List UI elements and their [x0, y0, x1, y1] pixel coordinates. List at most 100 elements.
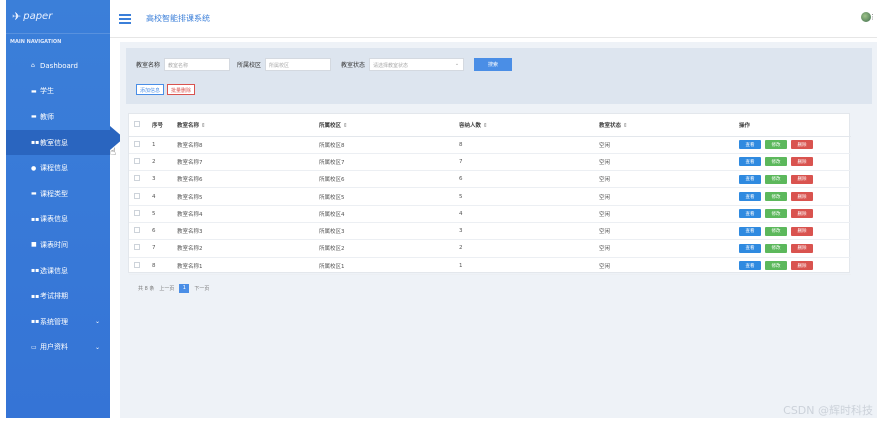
- edit-button[interactable]: 修改: [765, 226, 787, 236]
- sidebar-item[interactable]: ● 课程信息: [6, 155, 110, 181]
- delete-button[interactable]: 删除: [791, 243, 813, 253]
- sidebar-item-label: 教室信息: [40, 138, 68, 147]
- campus-input[interactable]: 所属校区: [265, 58, 332, 71]
- pagination: 共 8 条 上一页 1 下一页: [138, 284, 214, 293]
- prev-page-button[interactable]: 上一页: [159, 285, 174, 292]
- cell-status: 空闲: [594, 187, 734, 206]
- edit-button[interactable]: 修改: [765, 157, 787, 167]
- more-icon[interactable]: ⋮: [869, 13, 876, 21]
- view-button[interactable]: 查看: [739, 226, 761, 236]
- header-campus[interactable]: 所属校区 ⇕: [314, 114, 454, 137]
- view-button[interactable]: 查看: [739, 209, 761, 219]
- table-row: 8 教室名称1 所属校区1 1 空闲 查看 修改 删除: [129, 257, 851, 275]
- sidebar-item[interactable]: ▪▪ 考试排期: [6, 283, 110, 309]
- nav-header: MAIN NAVIGATION: [10, 39, 62, 45]
- watermark: CSDN @辉时科技: [783, 404, 873, 417]
- row-checkbox[interactable]: [134, 209, 140, 216]
- table-row: 4 教室名称5 所属校区5 5 空闲 查看 修改 删除: [129, 187, 851, 206]
- row-checkbox[interactable]: [134, 261, 140, 268]
- edit-button[interactable]: 修改: [765, 209, 787, 219]
- sidebar-item-label: 课表信息: [40, 215, 68, 224]
- cell-name: 教室名称2: [172, 239, 314, 258]
- view-button[interactable]: 查看: [739, 140, 761, 150]
- view-button[interactable]: 查看: [739, 192, 761, 202]
- sort-icon: ⇕: [343, 122, 348, 129]
- header-capacity[interactable]: 容纳人数 ⇕: [454, 114, 594, 137]
- row-checkbox[interactable]: [134, 244, 140, 251]
- row-checkbox[interactable]: [134, 140, 140, 147]
- room-name-input[interactable]: 教室名称: [164, 58, 231, 71]
- sidebar-item[interactable]: ▬ 课程类型: [6, 181, 110, 207]
- cell-no: 3: [147, 170, 172, 189]
- header-name[interactable]: 教室名称 ⇕: [172, 114, 314, 137]
- sidebar-item[interactable]: ⌂ Dashboard: [6, 53, 110, 79]
- sidebar-item[interactable]: ▪▪ 选课信息: [6, 258, 110, 284]
- delete-button[interactable]: 删除: [791, 226, 813, 236]
- header-status[interactable]: 教室状态 ⇕: [594, 114, 734, 137]
- sidebar-item[interactable]: ▪▪ 课表信息: [6, 207, 110, 233]
- sidebar-item[interactable]: ▬ 教师: [6, 104, 110, 130]
- sidebar-item-label: 用户资料: [40, 343, 68, 352]
- sidebar-item-label: 课程信息: [40, 164, 68, 173]
- status-select[interactable]: 请选择教室状态 ⌄: [369, 58, 465, 71]
- edit-button[interactable]: 修改: [765, 261, 787, 271]
- sidebar-item[interactable]: ■ 课表时间: [6, 232, 110, 258]
- chevron-down-icon: ⌄: [94, 343, 100, 351]
- table-row: 7 教室名称2 所属校区2 2 空闲 查看 修改 删除: [129, 239, 851, 258]
- cell-campus: 所属校区1: [314, 257, 454, 275]
- search-button[interactable]: 搜索: [474, 58, 513, 71]
- main-content: 教室名称 教室名称 所属校区 所属校区 教室状态 请选择教室状态 ⌄ 搜索 添加…: [120, 42, 877, 418]
- cell-status: 空闲: [594, 222, 734, 241]
- cell-name: 教室名称1: [172, 257, 314, 275]
- home-icon: ⌂: [31, 62, 35, 70]
- view-button[interactable]: 查看: [739, 243, 761, 253]
- delete-button[interactable]: 删除: [791, 261, 813, 271]
- edit-button[interactable]: 修改: [765, 174, 787, 184]
- delete-button[interactable]: 删除: [791, 174, 813, 184]
- row-checkbox[interactable]: [134, 227, 140, 234]
- cell-capacity: 7: [454, 153, 594, 172]
- cell-campus: 所属校区2: [314, 239, 454, 258]
- lock-icon: ■: [31, 241, 37, 249]
- edit-button[interactable]: 修改: [765, 243, 787, 253]
- table-row: 3 教室名称6 所属校区6 6 空闲 查看 修改 删除: [129, 170, 851, 189]
- logo[interactable]: ✈ paper: [6, 0, 110, 34]
- sidebar-item-label: 课表时间: [40, 240, 68, 249]
- sidebar-item[interactable]: ▪▪ 系统管理 ⌄: [6, 309, 110, 335]
- delete-button[interactable]: 删除: [791, 192, 813, 202]
- list-icon: ▬: [31, 190, 37, 198]
- cell-name: 教室名称5: [172, 187, 314, 206]
- cell-status: 空闲: [594, 205, 734, 223]
- edit-button[interactable]: 修改: [765, 140, 787, 150]
- next-page-button[interactable]: 下一页: [194, 285, 209, 292]
- total-count: 共 8 条: [138, 286, 155, 292]
- row-checkbox[interactable]: [134, 175, 140, 182]
- menu-toggle-icon[interactable]: [119, 12, 131, 26]
- sidebar-item[interactable]: ▭ 用户资料 ⌄: [6, 335, 110, 361]
- edit-button[interactable]: 修改: [765, 192, 787, 202]
- row-checkbox[interactable]: [134, 192, 140, 199]
- cell-campus: 所属校区8: [314, 136, 454, 154]
- sort-icon: ⇕: [483, 122, 488, 129]
- row-checkbox[interactable]: [134, 157, 140, 164]
- view-button[interactable]: 查看: [739, 174, 761, 184]
- view-button[interactable]: 查看: [739, 157, 761, 167]
- table-header-row: 序号 教室名称 ⇕ 所属校区 ⇕ 容纳人数 ⇕ 教室状态 ⇕ 操作: [129, 114, 851, 137]
- grid-icon: ▪▪: [31, 318, 40, 326]
- cell-capacity: 5: [454, 187, 594, 206]
- sidebar-item[interactable]: ▪▪ 教室信息: [6, 129, 110, 156]
- add-button[interactable]: 添加信息: [136, 84, 165, 95]
- view-button[interactable]: 查看: [739, 261, 761, 271]
- cell-no: 4: [147, 187, 172, 206]
- cell-status: 空闲: [594, 136, 734, 154]
- cell-campus: 所属校区3: [314, 222, 454, 241]
- sidebar-item[interactable]: ▬ 学生: [6, 79, 110, 105]
- table-row: 1 教室名称8 所属校区8 8 空闲 查看 修改 删除: [129, 136, 851, 154]
- delete-button[interactable]: 删除: [791, 157, 813, 167]
- current-page[interactable]: 1: [179, 284, 190, 293]
- select-all-checkbox[interactable]: [134, 120, 140, 127]
- batch-delete-button[interactable]: 批量删除: [167, 84, 196, 95]
- delete-button[interactable]: 删除: [791, 209, 813, 219]
- delete-button[interactable]: 删除: [791, 140, 813, 150]
- location-icon: ●: [31, 164, 37, 172]
